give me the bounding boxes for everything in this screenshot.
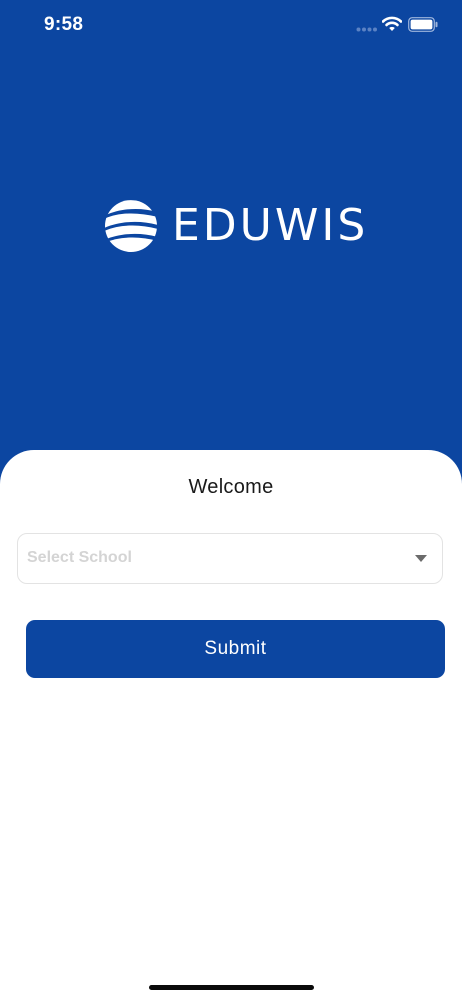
- home-indicator[interactable]: [149, 985, 314, 990]
- status-bar: 9:58: [0, 0, 462, 50]
- brand-name: EDUWIS: [172, 200, 369, 251]
- brand-logo: EDUWIS: [104, 198, 368, 254]
- login-screen: 9:58 EDUWIS Welcome Select School Submit: [0, 0, 462, 1000]
- submit-button[interactable]: Submit: [26, 620, 445, 678]
- brand-header: 9:58 EDUWIS: [0, 0, 462, 500]
- welcome-heading: Welcome: [188, 476, 274, 498]
- school-select-placeholder: Select School: [27, 549, 132, 566]
- wifi-icon: [382, 16, 402, 31]
- cellular-signal-icon: [356, 27, 377, 32]
- battery-icon: [408, 17, 438, 32]
- login-card: Welcome Select School Submit: [0, 450, 462, 1000]
- wave-globe-icon: [105, 200, 157, 252]
- triangle-down-icon: [415, 555, 427, 562]
- school-select[interactable]: Select School: [17, 533, 443, 584]
- status-time: 9:58: [44, 14, 84, 35]
